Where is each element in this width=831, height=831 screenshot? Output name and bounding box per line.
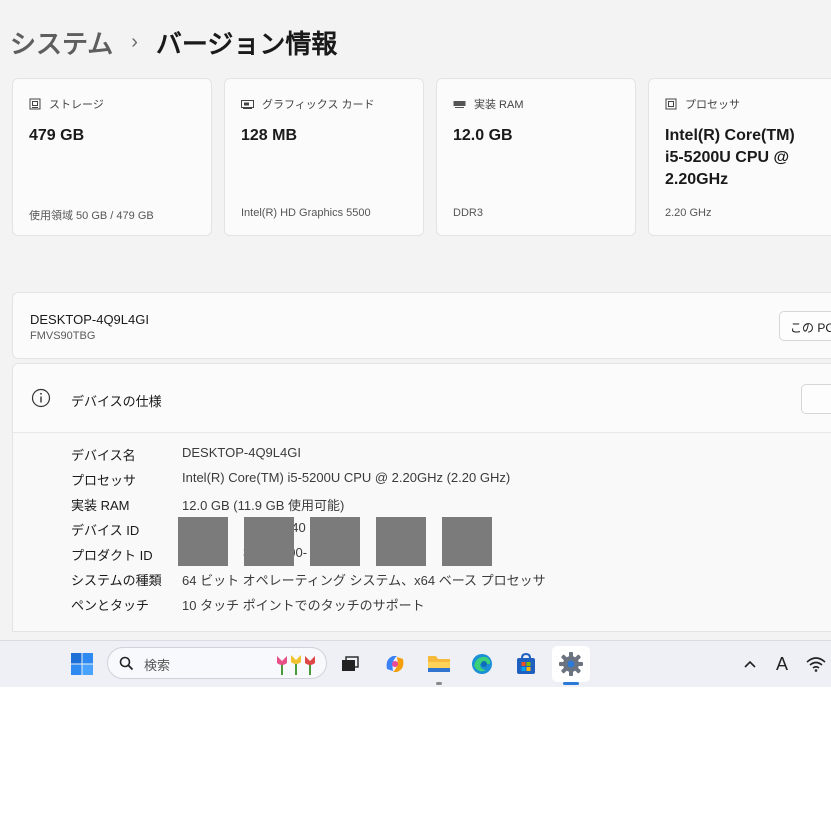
device-specs-title: デバイスの仕様	[71, 394, 162, 409]
search-placeholder: 検索	[144, 658, 171, 673]
ram-value: 12.0 GB	[453, 127, 513, 144]
windows-start-button[interactable]	[67, 649, 97, 679]
page-title: バージョン情報	[155, 28, 338, 59]
device-name-panel: DESKTOP-4Q9L4GI FMVS90TBG この PC	[12, 292, 831, 359]
info-icon	[31, 388, 51, 408]
ram-icon	[453, 100, 466, 108]
processor-value-line: 2.20GHz	[665, 171, 729, 188]
ram-label: 実装 RAM	[474, 99, 524, 111]
storage-card[interactable]: ストレージ 479 GB 使用領域 50 GB / 479 GB	[12, 78, 212, 236]
copy-button[interactable]	[801, 384, 831, 414]
device-model: FMVS90TBG	[30, 330, 96, 342]
settings-button[interactable]	[552, 646, 590, 682]
file-explorer-button[interactable]	[424, 649, 454, 679]
processor-value-line: Intel(R) Core(TM)	[665, 127, 795, 144]
processor-label: プロセッサ	[685, 99, 740, 111]
processor-icon	[665, 98, 677, 110]
storage-usage: 使用領域 50 GB / 479 GB	[29, 210, 154, 222]
ram-type: DDR3	[453, 207, 483, 219]
spec-key: ペンとタッチ	[71, 598, 150, 613]
chevron-up-icon	[744, 660, 756, 668]
edge-icon	[472, 654, 492, 674]
device-name: DESKTOP-4Q9L4GI	[30, 312, 149, 327]
graphics-value: 128 MB	[241, 127, 298, 144]
running-app-indicator	[436, 682, 442, 685]
copilot-button[interactable]	[380, 649, 410, 679]
graphics-label: グラフィックス カード	[262, 99, 375, 111]
spec-key: プロダクト ID	[71, 548, 153, 563]
spec-key: システムの種類	[71, 573, 162, 588]
breadcrumb-system-link[interactable]: システム	[10, 24, 113, 61]
settings-icon	[559, 652, 583, 676]
redaction-block	[178, 517, 228, 566]
tulips-icon	[277, 655, 315, 675]
search-icon	[119, 656, 134, 671]
storage-label: ストレージ	[49, 99, 104, 111]
spec-value[interactable]: 64 ビット オペレーティング システム、x64 ベース プロセッサ	[182, 570, 546, 589]
spec-value[interactable]: Intel(R) Core(TM) i5-5200U CPU @ 2.20GHz…	[182, 470, 510, 485]
copilot-icon	[386, 656, 404, 672]
spec-value[interactable]: DESKTOP-4Q9L4GI	[182, 445, 301, 460]
network-button[interactable]	[801, 649, 831, 679]
settings-window: システム › バージョン情報 ストレージ 479 GB 使用領域 50 GB /…	[0, 0, 831, 640]
redaction-block	[442, 517, 492, 566]
spec-value[interactable]: 12.0 GB (11.9 GB 使用可能)	[182, 495, 344, 514]
graphics-name: Intel(R) HD Graphics 5500	[241, 207, 371, 219]
processor-card[interactable]: プロセッサ Intel(R) Core(TM) i5-5200U CPU @ 2…	[648, 78, 831, 236]
spec-key: 実装 RAM	[71, 498, 130, 513]
redaction-block	[244, 517, 294, 566]
spec-key: デバイス ID	[71, 523, 140, 538]
processor-speed: 2.20 GHz	[665, 207, 712, 219]
processor-value: Intel(R) Core(TM) i5-5200U CPU @ 2.20GHz	[665, 125, 795, 191]
microsoft-store-button[interactable]	[511, 649, 541, 679]
show-hidden-icons-button[interactable]	[735, 649, 765, 679]
wifi-icon	[806, 657, 826, 672]
processor-value-line: i5-5200U CPU @	[665, 149, 790, 166]
storage-icon	[29, 98, 41, 110]
breadcrumb: システム › バージョン情報	[10, 22, 337, 62]
active-app-indicator	[563, 682, 579, 685]
task-view-button[interactable]	[335, 649, 365, 679]
graphics-card-icon	[241, 99, 254, 109]
input-indicator[interactable]: A	[767, 649, 797, 679]
spec-key: デバイス名	[71, 448, 136, 463]
task-view-icon	[342, 656, 359, 671]
windows-start-icon	[71, 653, 93, 675]
taskbar-search-box[interactable]: 検索	[107, 647, 327, 679]
rename-pc-button[interactable]: この PC	[779, 311, 831, 341]
spec-value[interactable]: 10 タッチ ポイントでのタッチのサポート	[182, 595, 425, 614]
redaction-block	[310, 517, 360, 566]
store-icon	[517, 652, 535, 674]
taskbar: 検索 A	[0, 640, 831, 687]
edge-browser-button[interactable]	[467, 649, 497, 679]
redaction-block	[376, 517, 426, 566]
device-specs-header[interactable]: デバイスの仕様	[12, 363, 831, 432]
spec-key: プロセッサ	[71, 473, 137, 488]
graphics-card[interactable]: グラフィックス カード 128 MB Intel(R) HD Graphics …	[224, 78, 424, 236]
ram-card[interactable]: 実装 RAM 12.0 GB DDR3	[436, 78, 636, 236]
storage-value: 479 GB	[29, 127, 85, 144]
breadcrumb-separator: ›	[131, 30, 138, 53]
file-explorer-icon	[428, 656, 450, 672]
